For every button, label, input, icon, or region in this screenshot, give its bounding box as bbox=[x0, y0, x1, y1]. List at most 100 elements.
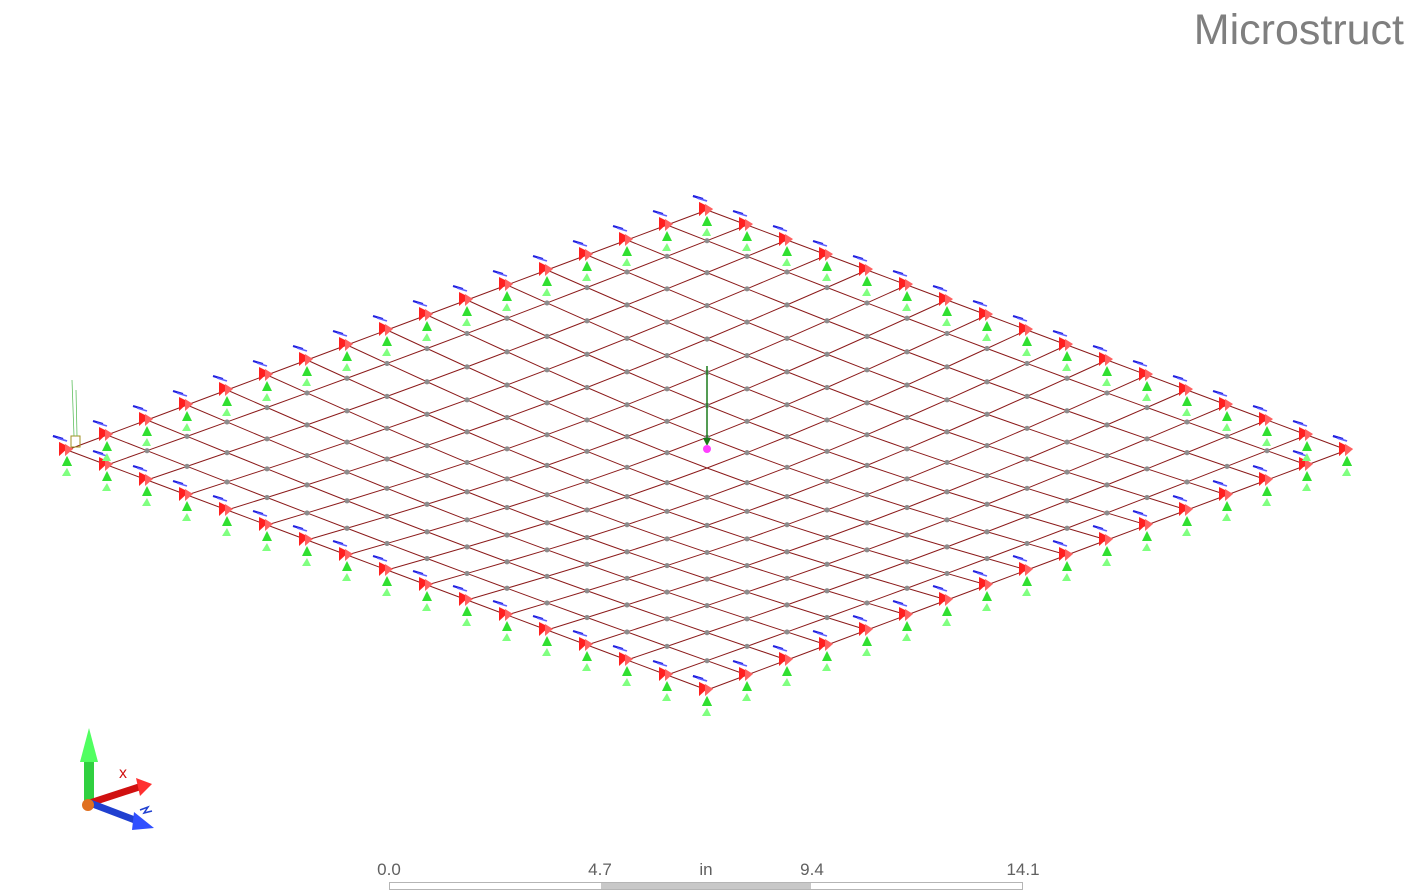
support-symbol-icon bbox=[572, 630, 593, 671]
mesh-line-u bbox=[666, 434, 1308, 676]
mesh-node bbox=[784, 575, 790, 581]
mesh-node bbox=[984, 472, 990, 479]
mesh-node bbox=[944, 397, 950, 403]
mesh-node bbox=[864, 333, 870, 339]
mesh-node bbox=[944, 429, 950, 435]
mesh-node bbox=[464, 489, 470, 495]
axis-x-label: x bbox=[119, 765, 127, 782]
mesh-node bbox=[264, 436, 270, 442]
mesh-node bbox=[664, 253, 670, 259]
mesh-node bbox=[464, 459, 470, 466]
mesh-node bbox=[624, 335, 630, 341]
support-symbol-icon bbox=[332, 540, 353, 581]
support-symbol-icon bbox=[1012, 315, 1033, 356]
support-symbol-icon bbox=[212, 495, 233, 536]
support-symbol-icon bbox=[652, 210, 673, 251]
support-symbol-icon bbox=[932, 585, 953, 626]
mesh-node bbox=[744, 616, 750, 622]
scale-segment-2 bbox=[600, 883, 812, 889]
mesh-node bbox=[984, 411, 990, 417]
support-symbol-icon bbox=[772, 645, 793, 686]
mesh-node bbox=[784, 549, 790, 555]
mesh-node bbox=[304, 510, 310, 516]
support-symbol-icon bbox=[52, 435, 73, 476]
mesh-node bbox=[344, 375, 350, 381]
origin-marker-icon bbox=[70, 379, 81, 448]
mesh-node bbox=[1064, 469, 1070, 475]
mesh-node bbox=[824, 318, 830, 324]
mesh-node bbox=[504, 585, 510, 591]
scale-bar-track bbox=[389, 882, 1023, 890]
mesh-node bbox=[344, 439, 350, 445]
mesh-node bbox=[1144, 466, 1150, 472]
support-symbol-icon bbox=[692, 675, 713, 716]
mesh-node bbox=[1064, 439, 1070, 445]
mesh-node bbox=[1224, 463, 1230, 469]
mesh-node bbox=[704, 549, 710, 556]
scale-bar: 0.0 4.7 in 9.4 14.1 bbox=[370, 858, 1050, 894]
mesh-node bbox=[744, 562, 750, 569]
mesh-line-v bbox=[266, 374, 908, 616]
support-symbol-icon bbox=[1212, 480, 1233, 521]
mesh-node bbox=[1184, 450, 1190, 456]
model-viewport[interactable]: x bbox=[0, 0, 1414, 896]
support-symbol-icon bbox=[532, 255, 553, 296]
mesh-line-u bbox=[546, 389, 1188, 631]
mesh-node bbox=[704, 630, 710, 636]
support-symbol-icon bbox=[252, 360, 273, 401]
mesh-node bbox=[1024, 393, 1030, 399]
mesh-node bbox=[304, 452, 310, 459]
support-symbol-icon bbox=[1332, 435, 1353, 476]
support-symbol-icon bbox=[932, 285, 953, 326]
mesh-node bbox=[1064, 525, 1070, 531]
mesh-node bbox=[744, 450, 750, 456]
mesh-node bbox=[784, 302, 790, 308]
mesh-node bbox=[944, 517, 950, 523]
scale-tick-1: 4.7 bbox=[588, 860, 612, 879]
support-symbol-icon bbox=[892, 270, 913, 311]
mesh-node bbox=[744, 589, 750, 595]
mesh-line-v bbox=[346, 344, 988, 586]
mesh-node bbox=[584, 507, 590, 513]
mesh-line-v bbox=[226, 389, 868, 631]
mesh-node bbox=[424, 345, 430, 352]
mesh-node bbox=[824, 284, 830, 291]
mesh-line-u bbox=[466, 359, 1108, 601]
mesh-node bbox=[944, 544, 950, 550]
mesh-node bbox=[504, 315, 510, 321]
mesh-node bbox=[1144, 494, 1150, 501]
support-symbol-icon bbox=[452, 285, 473, 326]
mesh-node bbox=[744, 253, 750, 259]
mesh-node bbox=[904, 559, 910, 565]
mesh-node bbox=[544, 462, 550, 468]
support-symbol-icon bbox=[52, 435, 73, 476]
mesh-node bbox=[144, 448, 150, 454]
mesh-node bbox=[264, 404, 270, 411]
mesh-node bbox=[1184, 479, 1190, 485]
support-symbol-icon bbox=[612, 225, 633, 266]
support-symbol-icon bbox=[852, 255, 873, 296]
point-load[interactable] bbox=[703, 366, 711, 453]
mesh-node bbox=[184, 433, 190, 439]
support-symbol-icon bbox=[172, 390, 193, 431]
mesh-node bbox=[784, 402, 790, 408]
mesh-line-v bbox=[626, 239, 1268, 481]
mesh-node bbox=[744, 536, 750, 542]
support-symbol-icon bbox=[492, 270, 513, 311]
load-node-marker[interactable] bbox=[703, 445, 711, 453]
mesh-node bbox=[784, 494, 790, 500]
support-symbol-icon bbox=[972, 300, 993, 341]
mesh-node bbox=[544, 333, 550, 339]
mesh-node bbox=[544, 432, 550, 438]
support-symbol-icon bbox=[1052, 540, 1073, 581]
mesh-line-v bbox=[106, 434, 748, 676]
mesh-node bbox=[544, 600, 550, 606]
mesh-line-v bbox=[666, 224, 1308, 466]
mesh-node bbox=[624, 269, 630, 275]
support-symbol-icon bbox=[372, 555, 393, 596]
support-symbol-icon bbox=[532, 615, 553, 656]
support-symbol-icon bbox=[812, 240, 833, 281]
support-symbol-icon bbox=[572, 240, 593, 281]
mesh-line-u bbox=[426, 344, 1068, 586]
mesh-node bbox=[424, 379, 430, 385]
